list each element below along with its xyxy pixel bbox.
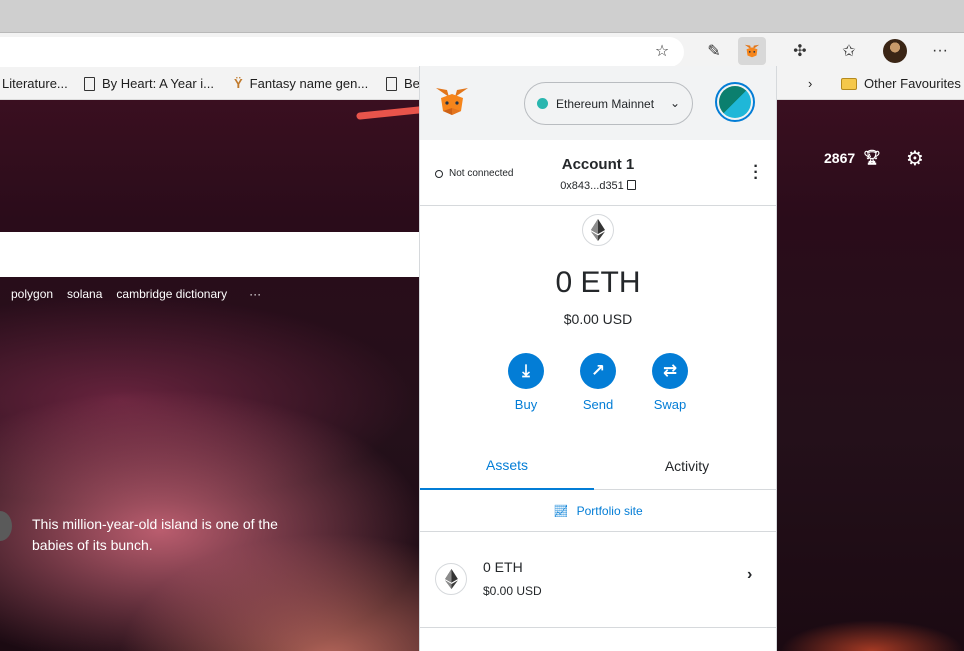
address-bar[interactable]	[0, 37, 684, 67]
asset-amount: 0 ETH	[483, 559, 523, 575]
profile-button[interactable]	[881, 37, 909, 65]
favorites-icon[interactable]: ✩	[835, 37, 863, 65]
chevron-right-icon[interactable]: ›	[808, 76, 812, 91]
swap-icon: ⇄	[652, 353, 688, 389]
document-icon	[84, 76, 95, 91]
account-options-icon[interactable]: · · ·	[750, 159, 762, 187]
search-box[interactable]	[0, 232, 420, 277]
leaf-icon: Ϋ	[234, 76, 243, 91]
metamask-header: Ethereum Mainnet ⌄	[420, 66, 776, 140]
bookmark-label: Other Favourites	[864, 76, 961, 91]
swap-button[interactable]: ⇄ Swap	[640, 353, 700, 412]
rewards-points[interactable]: 2867 🏆︎	[824, 149, 881, 166]
chevron-down-icon: ⌄	[669, 96, 680, 110]
buy-label: Buy	[514, 397, 538, 412]
portfolio-label: Portfolio site	[576, 503, 643, 518]
previous-image-button[interactable]	[0, 511, 12, 541]
network-status-dot	[537, 98, 548, 109]
address-text: 0x843...d351	[560, 180, 624, 192]
network-selector[interactable]: Ethereum Mainnet ⌄	[524, 82, 693, 125]
bookmark-item[interactable]: Be	[386, 76, 420, 91]
asset-list-item[interactable]: 0 ETH $0.00 USD ›	[420, 532, 776, 628]
bookmark-folder[interactable]: Other Favourites	[841, 76, 961, 91]
account-name: Account 1	[561, 156, 635, 173]
wallet-tabs: Assets Activity	[420, 442, 776, 490]
add-favorite-icon[interactable]: ☆	[648, 37, 676, 65]
bookmark-label: By Heart: A Year i...	[102, 76, 215, 91]
more-trending-button[interactable]: ···	[249, 287, 261, 301]
copy-icon[interactable]	[626, 180, 636, 190]
tab-assets[interactable]: Assets	[420, 442, 594, 490]
trending-link[interactable]: cambridge dictionary	[116, 287, 227, 301]
gear-icon[interactable]: ⚙	[906, 146, 924, 171]
sunset-glow	[780, 620, 964, 651]
trending-searches: polygon solana cambridge dictionary ···	[11, 287, 261, 301]
points-value: 2867	[824, 149, 856, 166]
send-label: Send	[582, 397, 614, 412]
account-bar: Not connected Account 1 0x843...d351 · · ·	[420, 140, 776, 206]
chevron-right-icon[interactable]: ›	[747, 566, 752, 584]
avatar	[883, 39, 907, 63]
metamask-fox-icon	[436, 88, 468, 115]
network-name: Ethereum Mainnet	[556, 96, 655, 111]
trophy-icon: 🏆︎	[863, 149, 881, 165]
trending-link[interactable]: solana	[67, 287, 102, 301]
document-icon	[386, 76, 397, 91]
ethereum-icon	[582, 214, 614, 246]
download-icon: ⤓	[508, 353, 544, 389]
trending-link[interactable]: polygon	[11, 287, 53, 301]
metamask-extension-icon[interactable]	[738, 37, 766, 65]
image-caption: This million-year-old island is one of t…	[32, 516, 278, 553]
browser-toolbar: ☆ ✎ ✣ ✩ ···	[0, 33, 964, 69]
pin-extension-icon[interactable]: ✎	[700, 37, 728, 65]
bookmark-label: Be	[404, 76, 420, 91]
folder-icon	[841, 77, 857, 90]
arrow-up-right-icon: ↗	[580, 353, 616, 389]
eth-balance: 0 ETH	[555, 266, 641, 299]
send-button[interactable]: ↗ Send	[568, 353, 628, 412]
bookmark-label: Fantasy name gen...	[249, 76, 369, 91]
ethereum-icon	[435, 563, 467, 595]
more-menu-icon[interactable]: ···	[926, 37, 954, 65]
asset-value: $0.00 USD	[483, 584, 542, 598]
metamask-popup: Ethereum Mainnet ⌄ Not connected Account…	[419, 66, 777, 651]
account-avatar-button[interactable]	[715, 82, 755, 122]
bookmark-item[interactable]: By Heart: A Year i...	[84, 76, 214, 91]
portfolio-site-link[interactable]: 📈︎ Portfolio site	[420, 490, 776, 532]
extensions-icon[interactable]: ✣	[786, 37, 814, 65]
swap-label: Swap	[653, 397, 687, 412]
account-address[interactable]: 0x843...d351	[420, 180, 776, 192]
tab-activity[interactable]: Activity	[598, 442, 776, 490]
avatar	[719, 86, 751, 118]
buy-button[interactable]: ⤓ Buy	[496, 353, 556, 412]
bookmark-label: Literature...	[2, 76, 68, 91]
bookmark-item[interactable]: Literature...	[2, 76, 68, 91]
chart-icon: 📈︎	[553, 503, 569, 518]
bookmark-item[interactable]: Ϋ Fantasy name gen...	[234, 76, 368, 91]
browser-title-bar	[0, 0, 964, 33]
fiat-balance: $0.00 USD	[563, 311, 633, 327]
